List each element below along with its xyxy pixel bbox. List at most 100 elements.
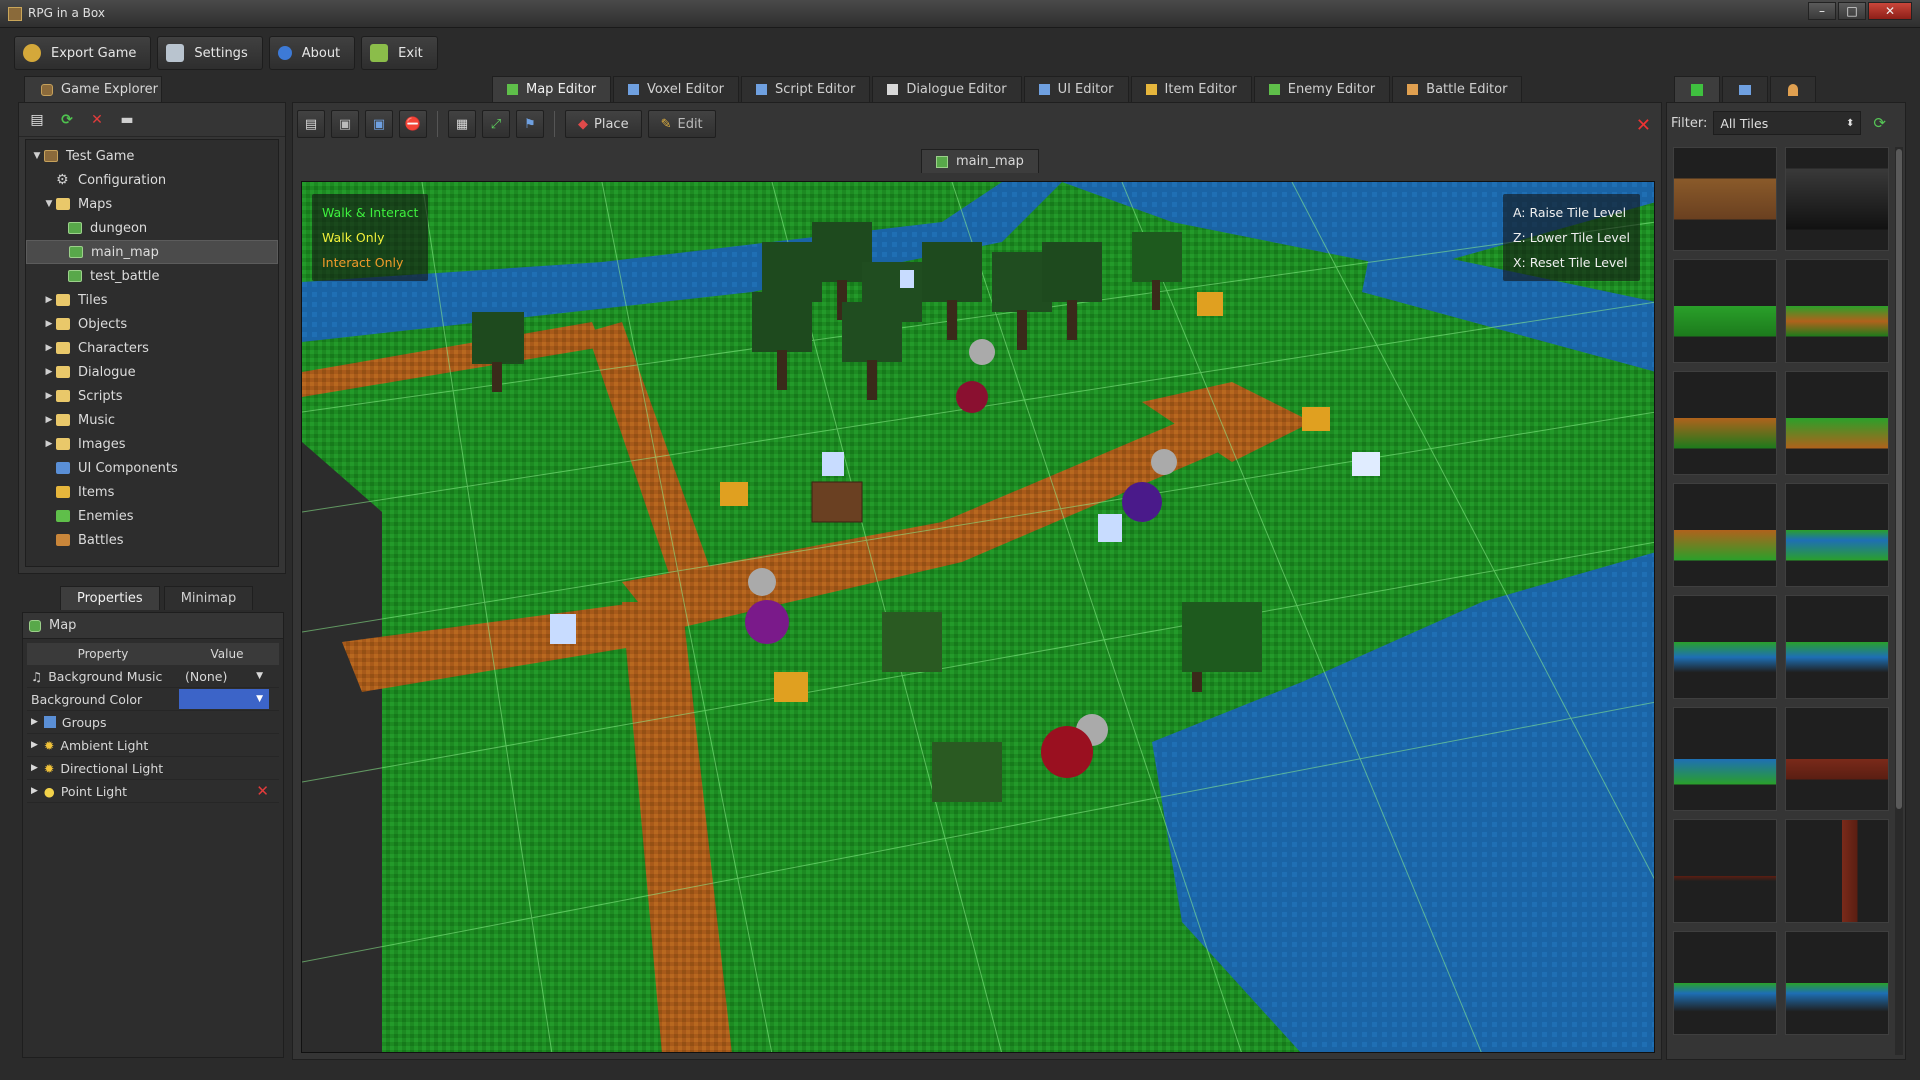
filter-select[interactable]: All Tiles ⬍ [1713, 111, 1862, 135]
refresh-icon[interactable]: ⟳ [59, 112, 75, 128]
collapse-arrow-icon[interactable]: ▼ [42, 199, 56, 209]
tile-thumbnail[interactable] [1673, 595, 1777, 699]
tab-dialogue-editor[interactable]: Dialogue Editor [872, 76, 1022, 102]
tile-thumbnail[interactable] [1673, 259, 1777, 363]
tab-ui-editor[interactable]: UI Editor [1023, 76, 1129, 102]
settings-button[interactable]: Settings [157, 36, 263, 70]
tree-item-test-game[interactable]: ▼ Test Game [26, 144, 278, 168]
expand-arrow-icon[interactable]: ▶ [42, 367, 56, 377]
property-row-background-music[interactable]: ♫ Background Music (None) ▼ [27, 665, 279, 688]
save-map-button[interactable]: ▣ [331, 110, 359, 138]
tile-thumbnail[interactable] [1785, 147, 1889, 251]
tile-thumbnail[interactable] [1673, 483, 1777, 587]
tile-thumbnail[interactable] [1785, 371, 1889, 475]
property-row-directional-light[interactable]: ▶ ✹ Directional Light [27, 757, 279, 780]
new-map-button[interactable]: ▤ [297, 110, 325, 138]
tile-thumbnail[interactable] [1785, 483, 1889, 587]
tab-script-editor[interactable]: Script Editor [741, 76, 871, 102]
expand-arrow-icon[interactable]: ▶ [42, 415, 56, 425]
expand-arrow-icon[interactable]: ▶ [42, 343, 56, 353]
collapse-icon[interactable]: ▬ [119, 112, 135, 128]
expand-arrow-icon[interactable]: ▶ [42, 295, 56, 305]
close-editor-icon[interactable]: ✕ [1636, 115, 1651, 136]
stop-button[interactable]: ⛔ [399, 110, 427, 138]
app-icon [8, 7, 22, 21]
property-row-ambient-light[interactable]: ▶ ✹ Ambient Light [27, 734, 279, 757]
tree-item-configuration[interactable]: ⚙ Configuration [26, 168, 278, 192]
palette-scrollbar[interactable] [1895, 147, 1903, 1055]
tree-item-objects[interactable]: ▶ Objects [26, 312, 278, 336]
tab-minimap[interactable]: Minimap [163, 586, 254, 610]
scrollbar-thumb[interactable] [1896, 149, 1902, 809]
collapse-arrow-icon[interactable]: ▼ [30, 151, 44, 161]
tree-item-items[interactable]: Items [26, 480, 278, 504]
background-color-picker[interactable]: ▼ [179, 689, 269, 709]
place-button[interactable]: ◆ Place [565, 110, 642, 138]
tab-objects[interactable] [1722, 76, 1768, 102]
save-as-button[interactable]: ▣ [365, 110, 393, 138]
tile-thumbnail[interactable] [1785, 259, 1889, 363]
delete-icon[interactable]: ✕ [89, 112, 105, 128]
exit-button[interactable]: Exit [361, 36, 438, 70]
tile-thumbnail[interactable] [1673, 931, 1777, 1035]
new-file-icon[interactable]: ▤ [29, 112, 45, 128]
tab-voxel-editor[interactable]: Voxel Editor [613, 76, 739, 102]
background-music-dropdown[interactable]: (None) ▼ [179, 666, 269, 686]
tile-thumbnail[interactable] [1785, 819, 1889, 923]
map-3d-viewport[interactable]: Walk & Interact Walk Only Interact Only … [301, 181, 1655, 1053]
tab-game-explorer[interactable]: Game Explorer [24, 76, 162, 102]
minimize-button[interactable]: – [1808, 2, 1836, 20]
tile-thumbnail[interactable] [1673, 707, 1777, 811]
property-row-groups[interactable]: ▶ Groups [27, 711, 279, 734]
flag-button[interactable]: ⚑ [516, 110, 544, 138]
tab-tiles[interactable] [1674, 76, 1720, 102]
tree-item-main-map[interactable]: main_map [26, 240, 278, 264]
property-name: Groups [61, 714, 107, 730]
tile-thumbnail[interactable] [1785, 595, 1889, 699]
tree-item-dungeon[interactable]: dungeon [26, 216, 278, 240]
tab-properties[interactable]: Properties [60, 586, 160, 610]
tile-thumbnail[interactable] [1673, 371, 1777, 475]
property-row-point-light[interactable]: ▶ ● Point Light ✕ [27, 780, 279, 803]
close-window-button[interactable]: ✕ [1868, 2, 1912, 20]
expand-arrow-icon[interactable]: ▶ [31, 740, 38, 750]
tree-item-scripts[interactable]: ▶ Scripts [26, 384, 278, 408]
tab-map-editor[interactable]: Map Editor [492, 76, 612, 102]
tree-item-test-battle[interactable]: test_battle [26, 264, 278, 288]
expand-arrow-icon[interactable]: ▶ [42, 319, 56, 329]
tree-item-characters[interactable]: ▶ Characters [26, 336, 278, 360]
tree-item-enemies[interactable]: Enemies [26, 504, 278, 528]
fullscreen-button[interactable]: ⤢ [482, 110, 510, 138]
tree-item-tiles[interactable]: ▶ Tiles [26, 288, 278, 312]
expand-arrow-icon[interactable]: ▶ [42, 391, 56, 401]
edit-button[interactable]: ✎ Edit [647, 110, 716, 138]
toolbar-separator [554, 111, 555, 137]
tab-item-editor[interactable]: Item Editor [1130, 76, 1252, 102]
tab-label: UI Editor [1057, 82, 1114, 97]
grid-toggle-button[interactable]: ▦ [448, 110, 476, 138]
refresh-palette-icon[interactable]: ⟳ [1873, 114, 1886, 132]
tab-main-map[interactable]: main_map [921, 149, 1039, 173]
tab-characters[interactable] [1770, 76, 1816, 102]
tile-thumbnail[interactable] [1785, 931, 1889, 1035]
tree-item-ui-components[interactable]: UI Components [26, 456, 278, 480]
expand-arrow-icon[interactable]: ▶ [31, 763, 38, 773]
expand-arrow-icon[interactable]: ▶ [42, 439, 56, 449]
tile-thumbnail[interactable] [1673, 819, 1777, 923]
tile-thumbnail[interactable] [1785, 707, 1889, 811]
tree-item-images[interactable]: ▶ Images [26, 432, 278, 456]
property-row-background-color[interactable]: Background Color ▼ [27, 688, 279, 711]
tree-item-music[interactable]: ▶ Music [26, 408, 278, 432]
expand-arrow-icon[interactable]: ▶ [31, 786, 38, 796]
about-button[interactable]: About [268, 36, 356, 70]
tree-item-battles[interactable]: Battles [26, 528, 278, 552]
maximize-button[interactable]: □ [1838, 2, 1866, 20]
tree-item-dialogue[interactable]: ▶ Dialogue [26, 360, 278, 384]
tab-enemy-editor[interactable]: Enemy Editor [1253, 76, 1391, 102]
tile-thumbnail[interactable] [1673, 147, 1777, 251]
delete-point-light-icon[interactable]: ✕ [256, 782, 269, 800]
expand-arrow-icon[interactable]: ▶ [31, 717, 38, 727]
tab-battle-editor[interactable]: Battle Editor [1392, 76, 1523, 102]
export-game-button[interactable]: Export Game [14, 36, 152, 70]
tree-item-maps[interactable]: ▼ Maps [26, 192, 278, 216]
